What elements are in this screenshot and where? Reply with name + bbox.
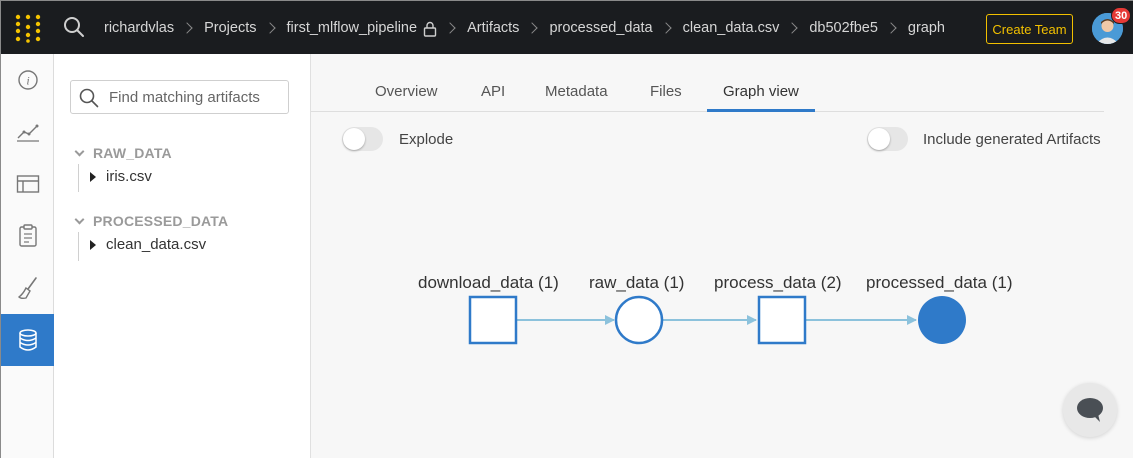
breadcrumb-project[interactable]: first_mlflow_pipeline (287, 20, 418, 36)
graph-node-label: process_data (2) (714, 273, 842, 292)
chat-widget-button[interactable] (1063, 383, 1117, 437)
artifact-item-label: iris.csv (106, 168, 152, 185)
rail-item-artifacts[interactable] (1, 314, 54, 366)
lineage-graph (468, 295, 966, 345)
graph-node-artifact-processed-data[interactable] (918, 296, 966, 344)
artifact-group-processed-data[interactable]: PROCESSED_DATA (74, 213, 229, 229)
rail-item-charts[interactable] (1, 106, 54, 158)
chevron-right-icon (181, 21, 193, 34)
breadcrumb-projects[interactable]: Projects (204, 20, 256, 36)
artifact-group-title: PROCESSED_DATA (93, 213, 229, 229)
rail-item-overview[interactable]: i (1, 54, 54, 106)
create-team-button[interactable]: Create Team (986, 14, 1073, 44)
tree-guide-line (78, 232, 79, 261)
graph-node-run-process-data[interactable] (757, 295, 807, 345)
caret-right-icon (90, 171, 96, 182)
breadcrumb-artifact-name[interactable]: clean_data.csv (683, 20, 780, 36)
table-icon (16, 175, 39, 193)
breadcrumb-version[interactable]: db502fbe5 (809, 20, 878, 36)
sweep-brush-icon (17, 277, 37, 300)
artifact-search-input[interactable] (109, 81, 284, 113)
graph-node-label: raw_data (1) (589, 273, 685, 292)
rail-item-sweeps[interactable] (1, 262, 54, 314)
svg-text:i: i (26, 74, 29, 88)
breadcrumb-user[interactable]: richardvlas (104, 20, 174, 36)
artifact-group-raw-data[interactable]: RAW_DATA (74, 145, 172, 161)
artifact-group-title: RAW_DATA (93, 145, 172, 161)
tree-guide-line (78, 164, 79, 192)
artifacts-panel: RAW_DATA iris.csv PROCESSED_DATA clean_d… (54, 54, 311, 458)
notification-badge[interactable]: 30 (1111, 7, 1132, 24)
artifact-search-box[interactable] (70, 80, 289, 114)
breadcrumb: richardvlas Projects first_mlflow_pipeli… (104, 1, 945, 54)
breadcrumb-current: graph (907, 19, 945, 36)
wandb-logo-icon[interactable] (13, 13, 43, 43)
chevron-right-icon (526, 21, 539, 34)
rail-item-table[interactable] (1, 158, 54, 210)
artifact-item-iris-csv[interactable]: iris.csv (90, 168, 152, 185)
chat-bubble-icon (1077, 398, 1103, 422)
main-content: Overview API Metadata Files Graph view E… (311, 54, 1133, 458)
search-icon[interactable] (63, 16, 85, 38)
chevron-right-icon (444, 21, 456, 34)
breadcrumb-artifact-type[interactable]: processed_data (549, 20, 652, 36)
caret-right-icon (90, 239, 96, 250)
window-frame: richardvlas Projects first_mlflow_pipeli… (0, 0, 1133, 458)
chevron-right-icon (885, 21, 897, 34)
database-icon (18, 329, 37, 351)
chevron-right-icon (659, 21, 672, 34)
info-icon: i (17, 70, 38, 90)
clipboard-icon (18, 224, 37, 247)
chevron-down-icon (74, 146, 85, 156)
lock-icon (423, 21, 437, 37)
graph-node-label: processed_data (1) (866, 273, 1013, 292)
graph-node-artifact-raw-data[interactable] (614, 295, 664, 345)
artifact-item-label: clean_data.csv (106, 236, 207, 253)
rail-item-reports[interactable] (1, 210, 54, 262)
artifact-item-clean-data-csv[interactable]: clean_data.csv (90, 236, 206, 253)
chevron-right-icon (263, 21, 276, 34)
graph-node-run-download-data[interactable] (468, 295, 518, 345)
breadcrumb-artifacts[interactable]: Artifacts (467, 20, 519, 36)
left-nav-rail: i (1, 54, 54, 458)
top-bar: richardvlas Projects first_mlflow_pipeli… (1, 1, 1133, 54)
search-icon (79, 88, 99, 108)
graph-node-label: download_data (1) (418, 273, 559, 292)
chevron-down-icon (74, 214, 85, 224)
chevron-right-icon (786, 21, 799, 34)
chart-icon (16, 124, 39, 142)
